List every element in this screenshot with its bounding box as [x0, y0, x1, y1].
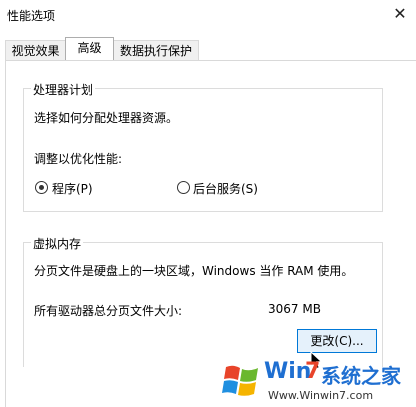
paging-file-total-label: 所有驱动器总分页文件大小: — [34, 304, 183, 318]
tab-label: 视觉效果 — [11, 44, 60, 58]
radio-background-services[interactable] — [177, 181, 190, 194]
radio-background-services-label[interactable]: 后台服务(S) — [193, 180, 258, 197]
tab-advanced[interactable]: 高级 — [65, 37, 114, 60]
change-button[interactable]: 更改(C)... — [297, 329, 377, 353]
change-button-label: 更改(C)... — [310, 334, 364, 348]
window-title: 性能选项 — [7, 9, 56, 23]
optimize-label: 调整以优化性能: — [34, 152, 123, 166]
radio-programs[interactable] — [35, 181, 48, 194]
windows-flag-icon — [222, 365, 258, 396]
group-title: 处理器计划 — [31, 81, 96, 98]
watermark-brand-7: 7 — [305, 359, 321, 384]
watermark-url: Www.Winwin7.com — [268, 389, 374, 402]
tab-label: 高级 — [77, 41, 102, 55]
title-bar: 性能选项 ✕ — [0, 0, 416, 32]
radio-selected-dot — [39, 185, 44, 190]
group-title: 虚拟内存 — [31, 235, 84, 252]
virtual-memory-description: 分页文件是硬盘上的一块区域，Windows 当作 RAM 使用。 — [34, 264, 354, 278]
tab-label: 数据执行保护 — [119, 44, 192, 58]
paging-file-total-value: 3067 MB — [268, 302, 321, 316]
tab-data-execution-prevention[interactable]: 数据执行保护 — [113, 40, 199, 60]
processor-description: 选择如何分配处理器资源。 — [34, 111, 179, 125]
close-icon[interactable]: ✕ — [389, 3, 411, 25]
watermark-brand-cn: 系统之家 — [321, 364, 401, 388]
radio-programs-label[interactable]: 程序(P) — [52, 180, 93, 197]
tab-visual-effects[interactable]: 视觉效果 — [5, 40, 66, 60]
watermark-logo: Win 7 系统之家 Www.Winwin7.com — [222, 356, 416, 407]
